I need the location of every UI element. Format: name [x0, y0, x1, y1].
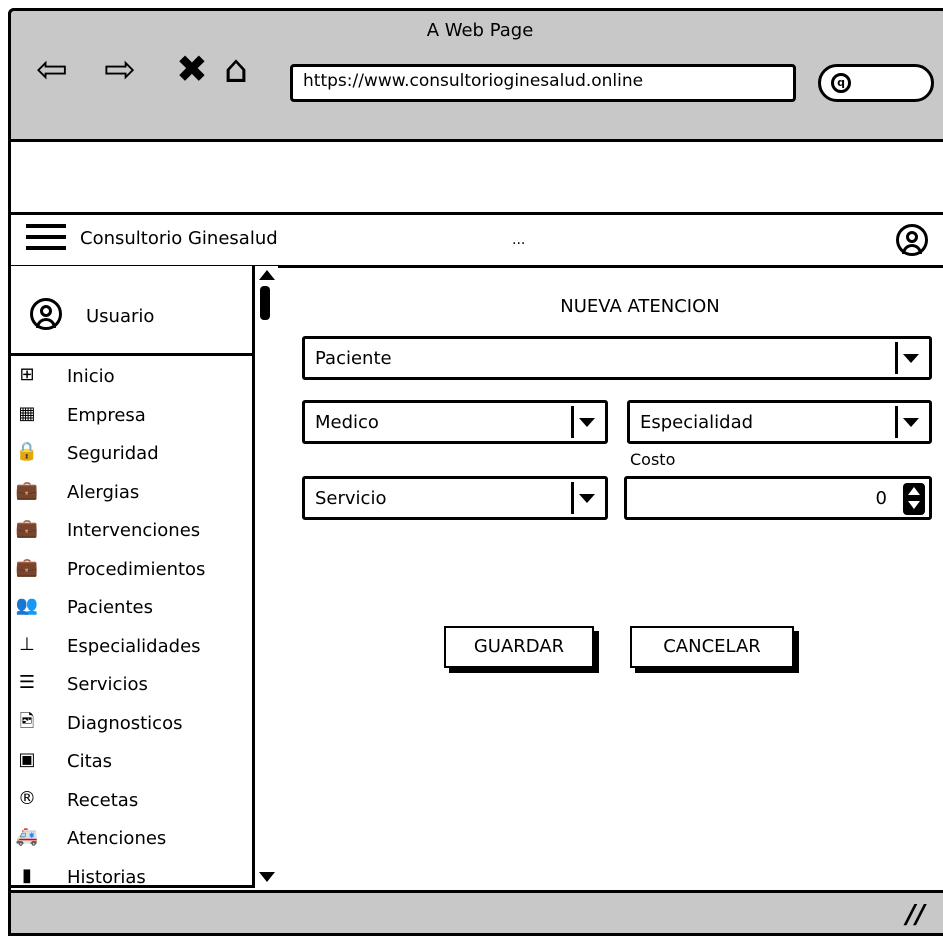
- servicio-select[interactable]: Servicio: [302, 476, 608, 520]
- sidebar-user-label: Usuario: [86, 306, 155, 327]
- search-icon: q: [831, 73, 851, 93]
- cancel-button[interactable]: CANCELAR: [630, 626, 794, 668]
- scroll-down-icon[interactable]: [259, 872, 275, 882]
- close-icon[interactable]: ✖: [176, 50, 208, 88]
- building-icon: ▦: [18, 402, 36, 424]
- briefcase-icon: 💼: [15, 518, 39, 539]
- especialidad-select[interactable]: Especialidad: [627, 400, 932, 444]
- chevron-down-icon[interactable]: [571, 406, 602, 438]
- sidebar-item-label: Empresa: [67, 404, 146, 426]
- app-title: Consultorio Ginesalud: [80, 228, 278, 249]
- sidebar-item-label: Inicio: [67, 366, 115, 387]
- ambulance-icon: 🚑: [15, 826, 39, 847]
- sidebar-item-citas[interactable]: ▣ Citas: [8, 745, 252, 784]
- paciente-value: Paciente: [315, 348, 392, 369]
- status-bar: [8, 890, 943, 936]
- sidebar-item-label: Pacientes: [67, 597, 153, 618]
- chevron-down-icon[interactable]: [895, 342, 926, 374]
- briefcase-icon: 💼: [15, 556, 39, 578]
- home-icon[interactable]: ⌂: [224, 50, 248, 88]
- chevron-down-icon[interactable]: [895, 406, 926, 438]
- form-heading: NUEVA ATENCION: [560, 296, 720, 317]
- sidebar-item-label: Historias: [67, 866, 146, 888]
- scroll-thumb[interactable]: [260, 286, 270, 320]
- sidebar-item-label: Especialidades: [67, 635, 201, 657]
- hamburger-icon[interactable]: [26, 224, 66, 256]
- sidebar-menu: ⊞ Inicio ▦ Empresa 🔒 Seguridad 💼 Alergia…: [8, 360, 252, 899]
- back-icon[interactable]: ⇦: [36, 50, 68, 88]
- header-dots: ...: [512, 232, 526, 248]
- server-icon: ☰: [18, 672, 36, 693]
- sidebar-item-inicio[interactable]: ⊞ Inicio: [8, 360, 252, 399]
- resize-grip-icon[interactable]: //: [906, 900, 925, 930]
- scroll-up-icon[interactable]: [259, 270, 275, 280]
- sidebar-item-especialidades[interactable]: ⊥ Especialidades: [8, 630, 252, 669]
- medico-select[interactable]: Medico: [302, 400, 608, 444]
- sitemap-icon: ⊥: [19, 633, 35, 655]
- save-button[interactable]: GUARDAR: [444, 626, 594, 668]
- search-field[interactable]: q: [818, 64, 934, 102]
- sidebar-item-label: Atenciones: [67, 828, 167, 849]
- sidebar-item-atenciones[interactable]: 🚑 Atenciones: [8, 822, 252, 861]
- registered-icon: ®: [18, 787, 36, 809]
- paciente-select[interactable]: Paciente: [302, 336, 932, 380]
- briefcase-icon: 💼: [15, 479, 39, 501]
- sidebar-item-label: Servicios: [67, 674, 148, 695]
- sidebar-item-label: Procedimientos: [67, 558, 206, 580]
- sidebar-item-pacientes[interactable]: 👥 Pacientes: [8, 591, 252, 630]
- sidebar-item-label: Alergias: [67, 481, 140, 503]
- chevron-down-icon[interactable]: [571, 482, 602, 514]
- sidebar-item-servicios[interactable]: ☰ Servicios: [8, 668, 252, 707]
- servicio-value: Servicio: [315, 488, 387, 509]
- sidebar-item-alergias[interactable]: 💼 Alergias: [8, 476, 252, 515]
- costo-value: 0: [875, 488, 887, 509]
- forward-icon[interactable]: ⇨: [104, 50, 136, 88]
- costo-label: Costo: [630, 450, 676, 469]
- spinner-icon[interactable]: [903, 483, 925, 515]
- costo-stepper[interactable]: 0: [624, 476, 932, 520]
- file-icon: ▮: [22, 864, 32, 886]
- sidebar-item-seguridad[interactable]: 🔒 Seguridad: [8, 437, 252, 476]
- sidebar-item-label: Intervenciones: [67, 520, 201, 541]
- user-icon[interactable]: [896, 224, 928, 256]
- sidebar-item-label: Citas: [67, 751, 113, 772]
- sidebar-item-label: Seguridad: [67, 443, 159, 464]
- sidebar-item-label: Recetas: [67, 789, 139, 811]
- sidebar-item-label: Diagnosticos: [67, 712, 183, 734]
- windows-icon: ⊞: [19, 364, 35, 385]
- users-icon: 👥: [15, 595, 39, 616]
- lock-icon: 🔒: [15, 441, 39, 462]
- sidebar-item-recetas[interactable]: ® Recetas: [8, 784, 252, 823]
- page-title: A Web Page: [426, 20, 534, 41]
- medico-value: Medico: [315, 412, 379, 433]
- sidebar-item-empresa[interactable]: ▦ Empresa: [8, 399, 252, 438]
- sidebar-scrollbar[interactable]: [252, 266, 278, 888]
- sidebar-item-intervenciones[interactable]: 💼 Intervenciones: [8, 514, 252, 553]
- avatar-icon: [30, 298, 62, 330]
- especialidad-value: Especialidad: [640, 412, 754, 433]
- sidebar-item-procedimientos[interactable]: 💼 Procedimientos: [8, 553, 252, 592]
- sidebar-item-diagnosticos[interactable]: 🖻 Diagnosticos: [8, 707, 252, 746]
- image-file-icon: 🖻: [19, 710, 35, 732]
- url-field[interactable]: https://www.consultorioginesalud.online: [290, 64, 796, 102]
- contact-card-icon: ▣: [18, 749, 36, 770]
